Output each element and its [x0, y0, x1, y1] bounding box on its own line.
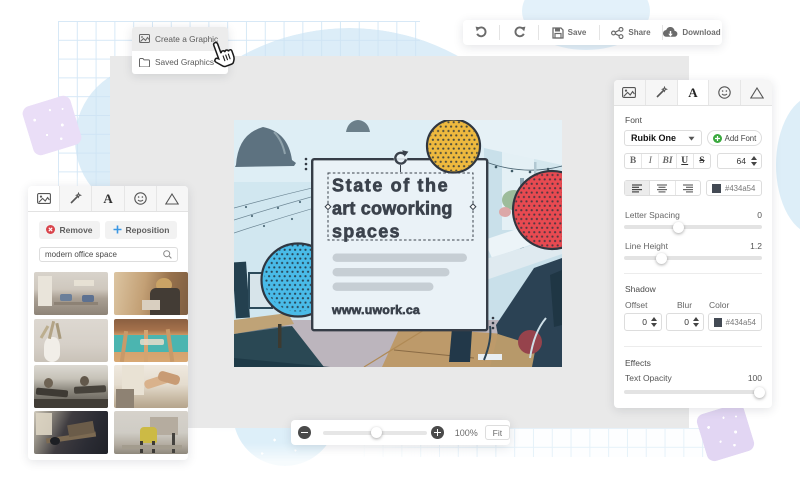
svg-text:spaces: spaces — [332, 222, 401, 242]
svg-text:State of the: State of the — [332, 176, 449, 196]
svg-text:www.uwork.ca: www.uwork.ca — [331, 303, 420, 317]
svg-text:art coworking: art coworking — [332, 199, 453, 219]
